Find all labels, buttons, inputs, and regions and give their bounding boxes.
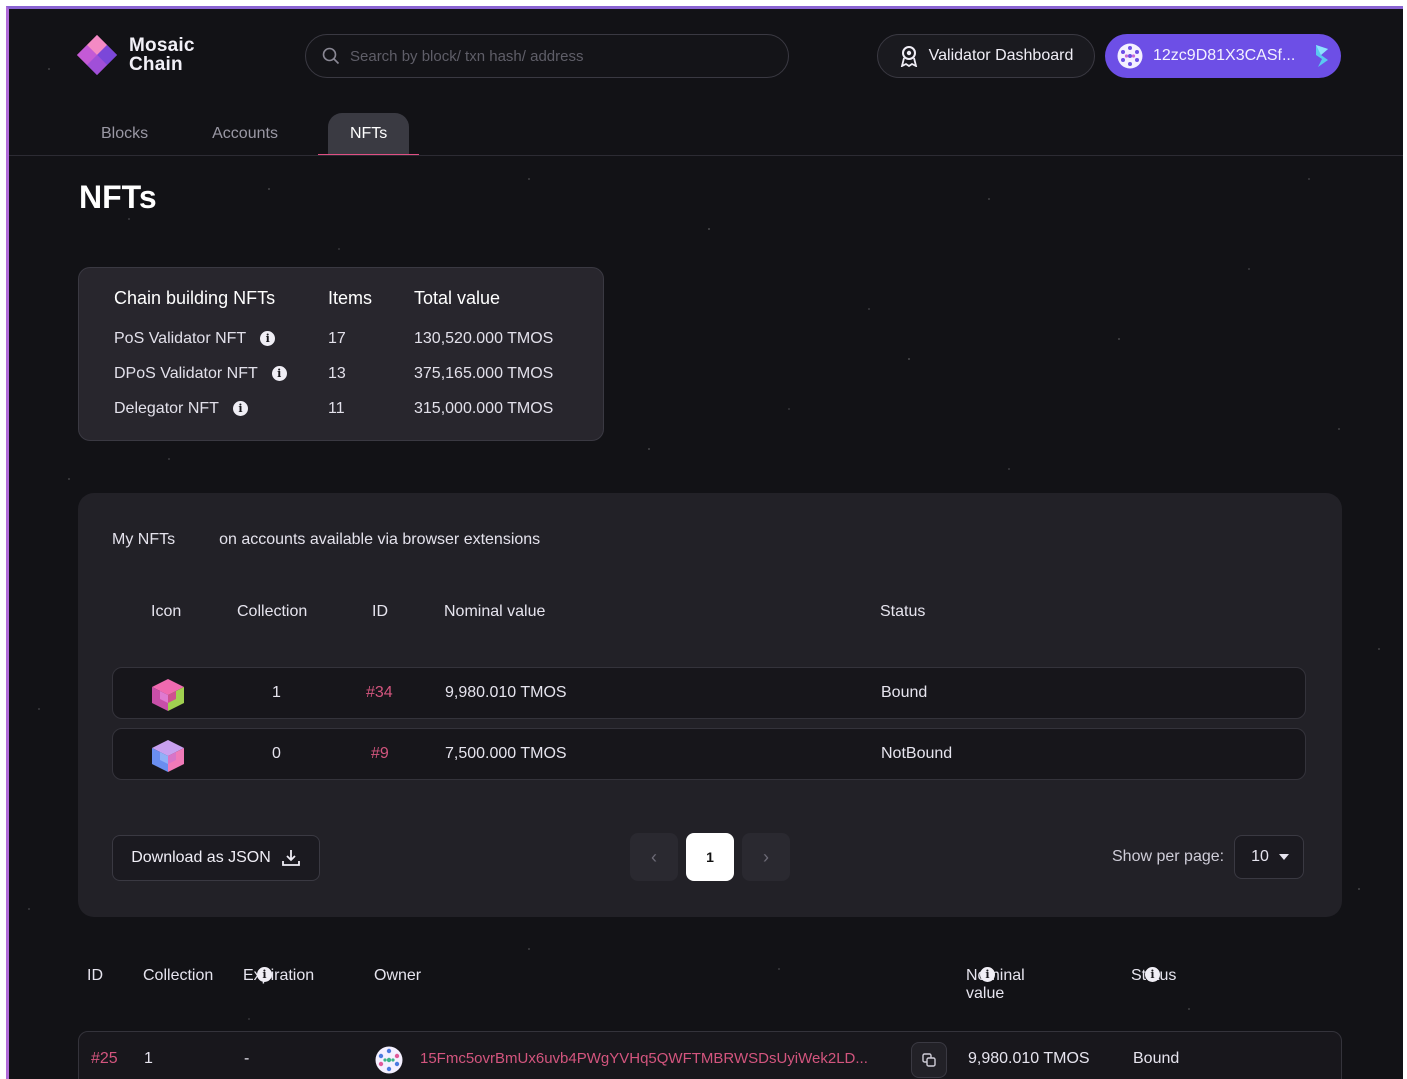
summary-nft-name: PoS Validator NFT bbox=[114, 329, 247, 347]
nft-collection: 1 bbox=[144, 1050, 153, 1067]
my-nfts-panel: My NFTs on accounts available via browse… bbox=[78, 493, 1342, 917]
table-row[interactable]: 1 #34 9,980.010 TMOS Bound bbox=[112, 667, 1306, 719]
summary-nft-items: 11 bbox=[328, 399, 345, 417]
brand-name-line2: Chain bbox=[129, 54, 183, 75]
download-json-button[interactable]: Download as JSON bbox=[112, 835, 320, 881]
col-owner: Owner bbox=[374, 967, 422, 984]
prev-page-button[interactable]: ‹ bbox=[630, 833, 678, 881]
nft-nominal-value: 9,980.010 TMOS bbox=[445, 684, 567, 701]
info-icon[interactable]: i bbox=[271, 365, 287, 381]
main-tabs: Blocks Accounts NFTs bbox=[79, 113, 420, 156]
col-collection: Collection bbox=[143, 967, 214, 984]
nft-id-link[interactable]: #9 bbox=[371, 745, 389, 763]
per-page-value: 10 bbox=[1251, 848, 1269, 865]
summary-header-items: Items bbox=[328, 288, 373, 308]
info-icon[interactable]: i bbox=[232, 400, 248, 416]
page-title: NFTs bbox=[79, 179, 157, 215]
summary-nft-name: DPoS Validator NFT bbox=[114, 364, 258, 382]
col-id: ID bbox=[372, 603, 388, 620]
table-row[interactable]: #25 1 - 15Fmc5ovrBmUx6uvb4PWgYVHq5QWFTMB… bbox=[78, 1031, 1342, 1079]
my-nfts-table-header: Icon Collection ID Nominal value Status bbox=[78, 603, 1342, 625]
tab-accounts[interactable]: Accounts bbox=[190, 113, 300, 155]
table-row: DPoS Validator NFT i 13 375,165.000 TMOS bbox=[114, 356, 553, 391]
info-icon[interactable]: i bbox=[260, 330, 276, 346]
col-nominal-value-label: Nominal value bbox=[966, 967, 1025, 1002]
summary-nft-total: 375,165.000 TMOS bbox=[414, 364, 554, 382]
all-nfts-table-header: ID Collection Expiration i Owner Nominal … bbox=[9, 967, 1403, 1002]
brand-name-line1: Mosaic bbox=[129, 35, 195, 56]
nft-nominal-value: 9,980.010 TMOS bbox=[968, 1050, 1090, 1067]
validator-dashboard-label: Validator Dashboard bbox=[928, 47, 1074, 64]
owner-identicon-icon bbox=[375, 1046, 403, 1074]
wallet-extension-icon bbox=[1316, 45, 1328, 67]
brand-name: Mosaic Chain bbox=[129, 36, 195, 74]
brand-logo[interactable]: Mosaic Chain bbox=[75, 33, 195, 77]
nft-cube-icon bbox=[152, 740, 184, 772]
my-nfts-heading: My NFTs on accounts available via browse… bbox=[112, 531, 540, 549]
info-icon[interactable]: i bbox=[980, 967, 995, 982]
summary-nft-items: 13 bbox=[328, 364, 346, 382]
nft-status: Bound bbox=[881, 684, 928, 701]
pagination: ‹ 1 › bbox=[630, 833, 790, 881]
col-collection: Collection bbox=[237, 603, 308, 620]
download-icon bbox=[281, 850, 300, 866]
search-bar[interactable] bbox=[305, 34, 789, 78]
tab-blocks[interactable]: Blocks bbox=[79, 113, 170, 155]
nft-expiration: - bbox=[244, 1050, 250, 1067]
col-icon: Icon bbox=[151, 603, 182, 620]
page-1-button[interactable]: 1 bbox=[686, 833, 734, 881]
my-nfts-subtitle: on accounts available via browser extens… bbox=[219, 531, 541, 548]
account-identicon-icon bbox=[1117, 43, 1143, 69]
nft-collection: 1 bbox=[272, 684, 281, 701]
col-id: ID bbox=[87, 967, 103, 984]
col-nominal-value: Nominal value bbox=[444, 603, 546, 620]
app-window: Mosaic Chain Validator Dashboard bbox=[6, 6, 1403, 1079]
info-icon[interactable]: i bbox=[257, 967, 272, 982]
mosaic-logo-icon bbox=[77, 35, 117, 75]
nft-id-link[interactable]: #25 bbox=[91, 1050, 118, 1068]
table-row: Delegator NFT i 11 315,000.000 TMOS bbox=[114, 391, 553, 426]
search-icon bbox=[322, 47, 340, 65]
col-expiration-label: Expiration bbox=[243, 967, 315, 984]
search-input[interactable] bbox=[350, 47, 770, 65]
chain-nft-summary-card: Chain building NFTs Items Total value Po… bbox=[78, 267, 604, 441]
owner-address-link[interactable]: 15Fmc5ovrBmUx6uvb4PWgYVHq5QWFTMBRWSDsUyi… bbox=[420, 1050, 868, 1067]
tab-nfts[interactable]: NFTs bbox=[317, 113, 420, 156]
summary-table: Chain building NFTs Items Total value Po… bbox=[114, 288, 553, 426]
chevron-down-icon bbox=[1279, 854, 1290, 860]
summary-nft-total: 315,000.000 TMOS bbox=[414, 399, 554, 417]
summary-header-name: Chain building NFTs bbox=[114, 288, 276, 308]
nft-collection: 0 bbox=[272, 745, 281, 762]
account-address: 12zc9D81X3CASf... bbox=[1153, 47, 1296, 64]
summary-nft-name: Delegator NFT bbox=[114, 399, 219, 417]
nft-id-link[interactable]: #34 bbox=[366, 684, 393, 702]
header-divider bbox=[9, 155, 1403, 156]
badge-icon bbox=[900, 46, 917, 67]
info-icon[interactable]: i bbox=[1145, 967, 1160, 982]
nft-status: Bound bbox=[1133, 1050, 1180, 1067]
summary-header-total: Total value bbox=[414, 288, 501, 308]
next-page-button[interactable]: › bbox=[742, 833, 790, 881]
nft-status: NotBound bbox=[881, 745, 953, 762]
my-nfts-title: My NFTs bbox=[112, 531, 176, 548]
nft-nominal-value: 7,500.000 TMOS bbox=[445, 745, 567, 762]
table-row: PoS Validator NFT i 17 130,520.000 TMOS bbox=[114, 321, 553, 356]
per-page-select[interactable]: 10 bbox=[1234, 835, 1305, 879]
col-status: Status bbox=[880, 603, 926, 620]
nft-cube-icon bbox=[152, 679, 184, 711]
copy-icon bbox=[922, 1053, 936, 1067]
summary-nft-items: 17 bbox=[328, 329, 346, 347]
per-page-control: Show per page: 10 bbox=[1112, 835, 1305, 879]
copy-button[interactable] bbox=[911, 1042, 947, 1078]
summary-nft-total: 130,520.000 TMOS bbox=[414, 329, 554, 347]
top-header: Mosaic Chain Validator Dashboard bbox=[9, 9, 1403, 109]
table-row[interactable]: 0 #9 7,500.000 TMOS NotBound bbox=[112, 728, 1306, 780]
download-json-label: Download as JSON bbox=[131, 849, 271, 866]
account-button[interactable]: 12zc9D81X3CASf... bbox=[1105, 34, 1341, 78]
per-page-label: Show per page: bbox=[1112, 848, 1225, 865]
validator-dashboard-button[interactable]: Validator Dashboard bbox=[877, 34, 1095, 78]
